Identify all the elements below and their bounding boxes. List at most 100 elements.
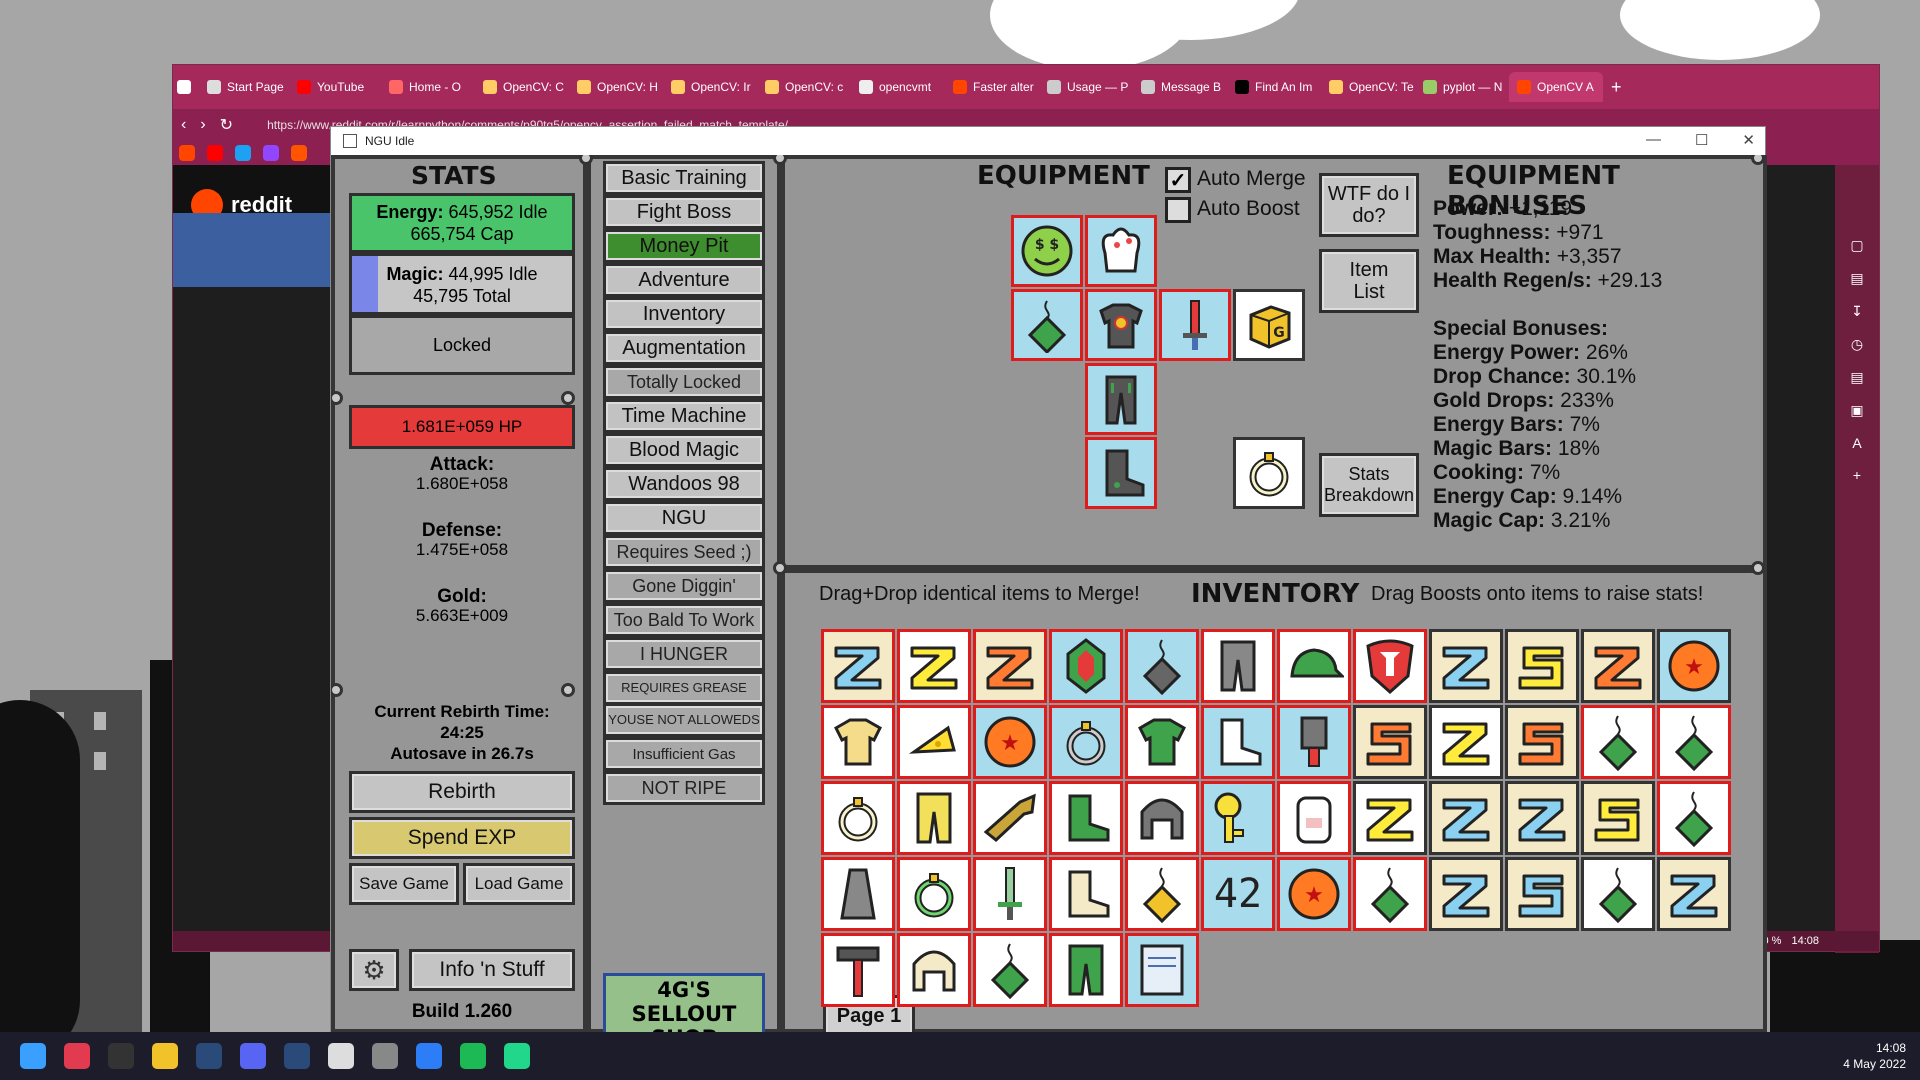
shop-button[interactable]: 4G'S SELLOUT SHOP — [603, 973, 765, 1033]
inventory-slot[interactable] — [1505, 857, 1579, 931]
save-game-button[interactable]: Save Game — [349, 863, 459, 905]
menu-item-augmentation[interactable]: Augmentation — [603, 331, 765, 365]
equip-slot-boots[interactable] — [1085, 437, 1157, 509]
inventory-slot[interactable] — [1277, 781, 1351, 855]
tab-faster[interactable]: Faster alter — [945, 72, 1039, 102]
tab-start-page[interactable]: Start Page — [199, 72, 289, 102]
maximize-button[interactable]: ☐ — [1695, 131, 1708, 149]
notes-icon[interactable]: ▤ — [1850, 369, 1863, 386]
menu-item-not-ripe[interactable]: NOT RIPE — [603, 771, 765, 805]
menu-item-youse-not-alloweds[interactable]: YOUSE NOT ALLOWEDS — [603, 703, 765, 737]
bookmark-icon[interactable] — [179, 145, 195, 161]
inventory-slot[interactable] — [1049, 629, 1123, 703]
inventory-slot[interactable] — [973, 781, 1047, 855]
inventory-slot[interactable] — [1353, 781, 1427, 855]
inventory-slot[interactable] — [1581, 629, 1655, 703]
vivaldi-icon[interactable] — [64, 1043, 90, 1069]
tab-opencv-2[interactable]: OpenCV: H — [569, 72, 663, 102]
terminal-icon[interactable] — [108, 1043, 134, 1069]
inventory-slot[interactable] — [1353, 705, 1427, 779]
menu-item-totally-locked[interactable]: Totally Locked — [603, 365, 765, 399]
menu-item-wandoos-98[interactable]: Wandoos 98 — [603, 467, 765, 501]
menu-item-too-bald-to-work[interactable]: Too Bald To Work — [603, 603, 765, 637]
inventory-slot[interactable] — [1581, 705, 1655, 779]
equip-slot-head[interactable]: $ $ — [1011, 215, 1083, 287]
inventory-slot[interactable] — [1429, 781, 1503, 855]
menu-item-time-machine[interactable]: Time Machine — [603, 399, 765, 433]
system-clock[interactable]: 14:08 4 May 2022 — [1843, 1040, 1906, 1072]
menu-item-i-hunger[interactable]: I HUNGER — [603, 637, 765, 671]
inventory-slot[interactable] — [1657, 705, 1731, 779]
inventory-slot[interactable] — [897, 781, 971, 855]
inventory-slot[interactable] — [1201, 629, 1275, 703]
inventory-slot[interactable] — [821, 781, 895, 855]
ngu-icon[interactable] — [328, 1043, 354, 1069]
bookmark-panel-icon[interactable]: ▢ — [1850, 237, 1863, 254]
inventory-slot[interactable] — [1353, 629, 1427, 703]
equip-slot-ring[interactable] — [1233, 437, 1305, 509]
spotify-icon[interactable] — [460, 1043, 486, 1069]
magic-box[interactable]: Magic: 44,995 Idle 45,795 Total — [349, 253, 575, 315]
menu-item-blood-magic[interactable]: Blood Magic — [603, 433, 765, 467]
tab-message[interactable]: Message B — [1133, 72, 1227, 102]
inventory-slot[interactable] — [821, 857, 895, 931]
tab-opencv-5[interactable]: OpenCV: Te — [1321, 72, 1415, 102]
inventory-slot[interactable] — [1049, 705, 1123, 779]
tab-pyplot[interactable]: pyplot — N — [1415, 72, 1509, 102]
inventory-slot[interactable] — [1429, 629, 1503, 703]
reading-list-icon[interactable]: ▤ — [1850, 270, 1863, 287]
menu-item-ngu[interactable]: NGU — [603, 501, 765, 535]
inventory-slot[interactable] — [897, 933, 971, 1007]
menu-item-money-pit[interactable]: Money Pit — [603, 229, 765, 263]
inventory-slot[interactable] — [973, 933, 1047, 1007]
steam-icon[interactable] — [196, 1043, 222, 1069]
stats-breakdown-button[interactable]: Stats Breakdown — [1319, 453, 1419, 517]
start-icon[interactable] — [20, 1043, 46, 1069]
inventory-slot[interactable] — [897, 705, 971, 779]
minimize-button[interactable]: — — [1646, 131, 1661, 149]
history-icon[interactable]: ◷ — [1851, 336, 1863, 353]
settings-button[interactable]: ⚙ — [349, 949, 399, 991]
tab-usage[interactable]: Usage — P — [1039, 72, 1133, 102]
inventory-slot[interactable] — [1505, 629, 1579, 703]
tab-opencv-1[interactable]: OpenCV: C — [475, 72, 569, 102]
inventory-slot[interactable] — [1657, 781, 1731, 855]
new-tab-button[interactable]: + — [1603, 72, 1633, 102]
inventory-slot[interactable] — [1581, 781, 1655, 855]
menu-item-insufficient-gas[interactable]: Insufficient Gas — [603, 737, 765, 771]
spend-exp-button[interactable]: Spend EXP — [349, 817, 575, 859]
equip-slot-accessory[interactable]: G — [1233, 289, 1305, 361]
inventory-slot[interactable]: ★ — [973, 705, 1047, 779]
inventory-slot[interactable] — [897, 629, 971, 703]
bookmark-icon[interactable] — [207, 145, 223, 161]
inventory-slot[interactable] — [973, 857, 1047, 931]
discord-icon[interactable] — [240, 1043, 266, 1069]
inventory-slot[interactable] — [973, 629, 1047, 703]
auto-boost-checkbox[interactable] — [1165, 197, 1191, 223]
info-button[interactable]: Info 'n Stuff — [409, 949, 575, 991]
settings-icon[interactable] — [372, 1043, 398, 1069]
folder-icon[interactable] — [152, 1043, 178, 1069]
inventory-slot[interactable] — [1581, 857, 1655, 931]
menu-item-fight-boss[interactable]: Fight Boss — [603, 195, 765, 229]
equip-slot-chest[interactable] — [1085, 289, 1157, 361]
bookmark-icon[interactable] — [235, 145, 251, 161]
inventory-slot[interactable] — [1049, 857, 1123, 931]
inventory-slot[interactable] — [1125, 857, 1199, 931]
steam-icon[interactable] — [284, 1043, 310, 1069]
inventory-slot[interactable] — [897, 857, 971, 931]
downloads-icon[interactable]: ↧ — [1851, 303, 1863, 320]
inventory-slot[interactable] — [1049, 781, 1123, 855]
auto-merge-checkbox[interactable]: ✓ — [1165, 167, 1191, 193]
tab-opencv-3[interactable]: OpenCV: Ir — [663, 72, 757, 102]
inventory-slot[interactable] — [821, 933, 895, 1007]
tab-home[interactable]: Home - O — [381, 72, 475, 102]
pycharm-icon[interactable] — [504, 1043, 530, 1069]
translate-icon[interactable]: A — [1852, 435, 1861, 451]
edge-icon[interactable] — [416, 1043, 442, 1069]
menu-item-requires-grease[interactable]: REQUIRES GREASE — [603, 671, 765, 705]
menu-item-inventory[interactable]: Inventory — [603, 297, 765, 331]
back-icon[interactable]: ‹ — [181, 116, 186, 134]
inventory-slot[interactable] — [1277, 629, 1351, 703]
inventory-slot[interactable] — [1429, 857, 1503, 931]
